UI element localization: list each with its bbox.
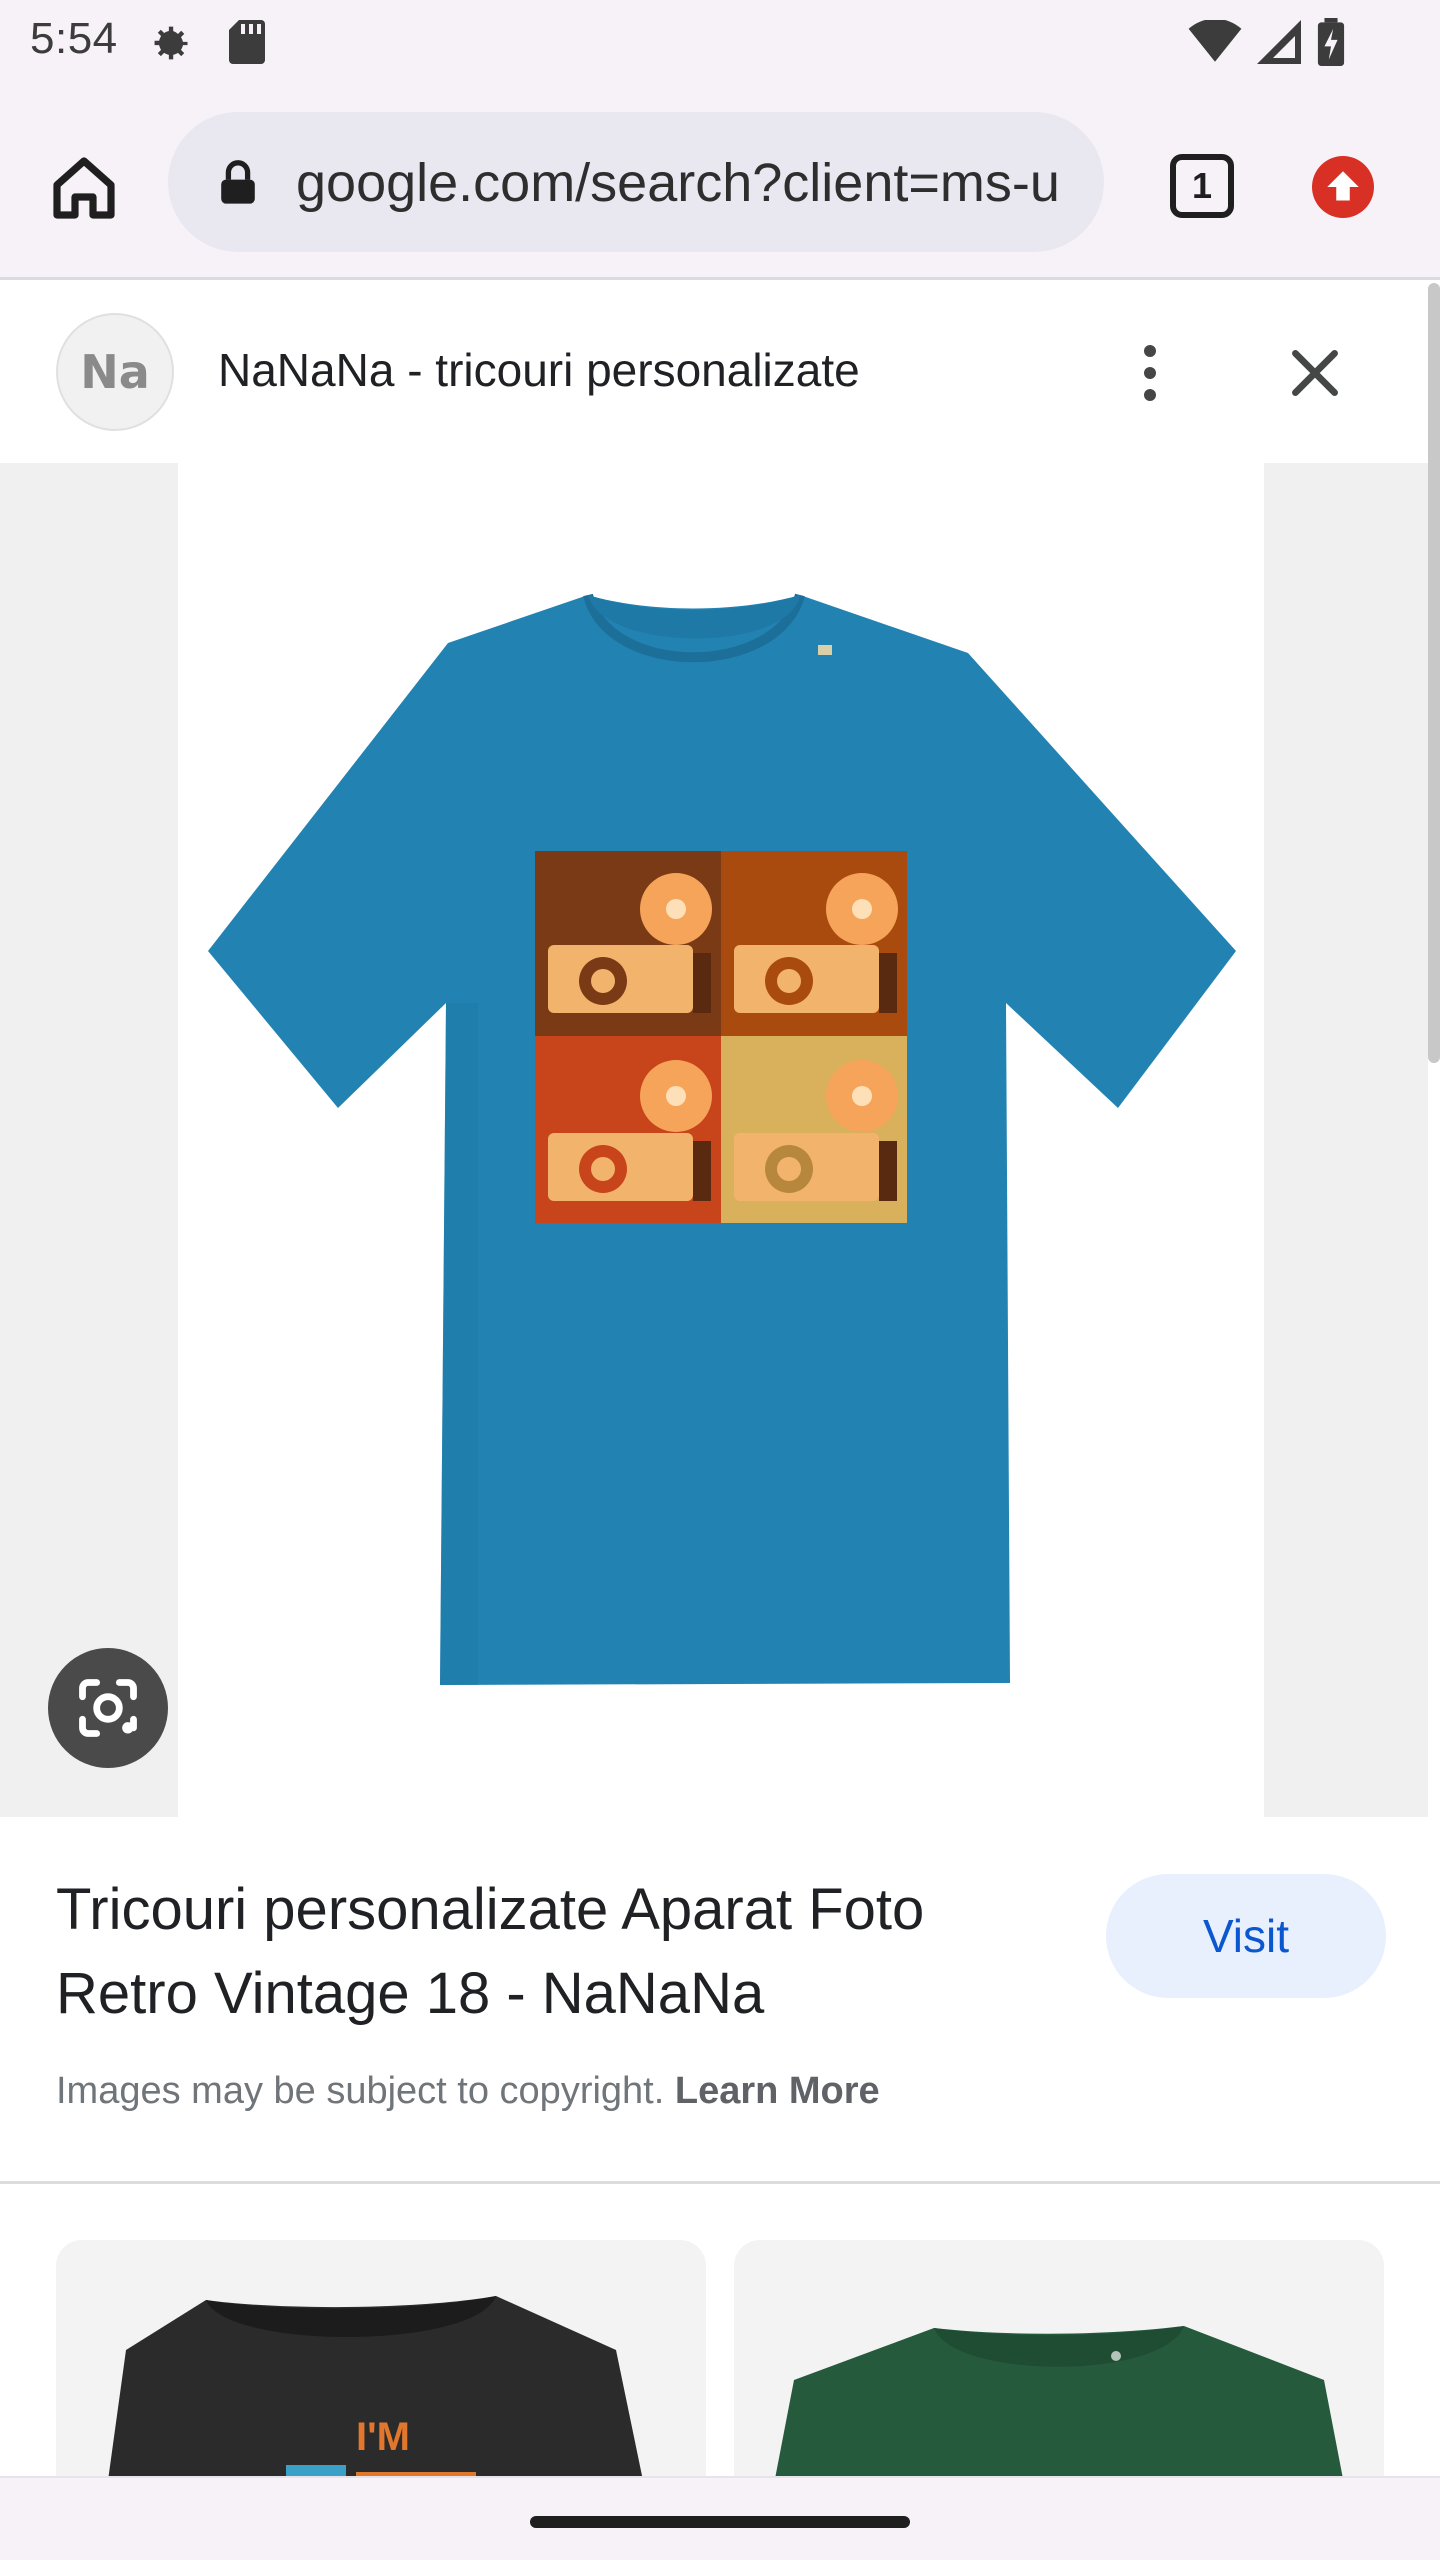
home-icon [53,157,115,219]
google-lens-button[interactable] [48,1648,168,1768]
navigation-gesture-area [0,2476,1440,2560]
learn-more-link[interactable]: Learn More [675,2070,880,2112]
settings-gear-icon [154,26,188,60]
sd-card-icon [229,20,265,64]
tshirt-image [208,593,1236,1685]
arrow-up-icon [1327,171,1359,201]
site-name[interactable]: NaNaNa - tricouri personalizate [218,343,860,397]
update-button[interactable] [1312,156,1374,218]
tshirt-print-text: I'M [356,2415,410,2459]
image-viewer-header: Na NaNaNa - tricouri personalizate [0,283,1428,463]
lock-icon [221,160,255,204]
gesture-handle[interactable] [530,2516,910,2528]
lens-icon [79,1679,137,1737]
browser-toolbar: google.com/search?client=ms-u 1 [0,84,1440,280]
home-button[interactable] [44,148,124,228]
image-preview-area [0,463,1428,1817]
wifi-icon [1188,20,1242,62]
url-text: google.com/search?client=ms-u [296,153,1060,213]
site-favicon: Na [56,313,174,431]
product-image[interactable] [178,463,1264,1817]
section-divider [0,2181,1440,2184]
site-favicon-text: Na [80,345,150,399]
close-icon [1292,350,1338,396]
more-dot-icon [1144,345,1156,357]
status-icons [1188,18,1346,66]
more-options-button[interactable] [1120,333,1180,413]
visit-button[interactable]: Visit [1106,1874,1386,1998]
status-time: 5:54 [30,14,118,63]
copyright-notice: Images may be subject to copyright. Lear… [56,2070,880,2113]
cell-signal-icon [1257,20,1301,64]
address-bar[interactable]: google.com/search?client=ms-u [168,112,1104,252]
copyright-text: Images may be subject to copyright. [56,2070,665,2112]
close-button[interactable] [1280,333,1350,413]
battery-icon [1317,18,1345,66]
status-bar: 5:54 [0,0,1440,84]
scrollbar[interactable] [1428,283,1440,1063]
result-title[interactable]: Tricouri personalizate Aparat Foto Retro… [56,1868,1066,2036]
tab-switcher-button[interactable]: 1 [1170,154,1234,218]
